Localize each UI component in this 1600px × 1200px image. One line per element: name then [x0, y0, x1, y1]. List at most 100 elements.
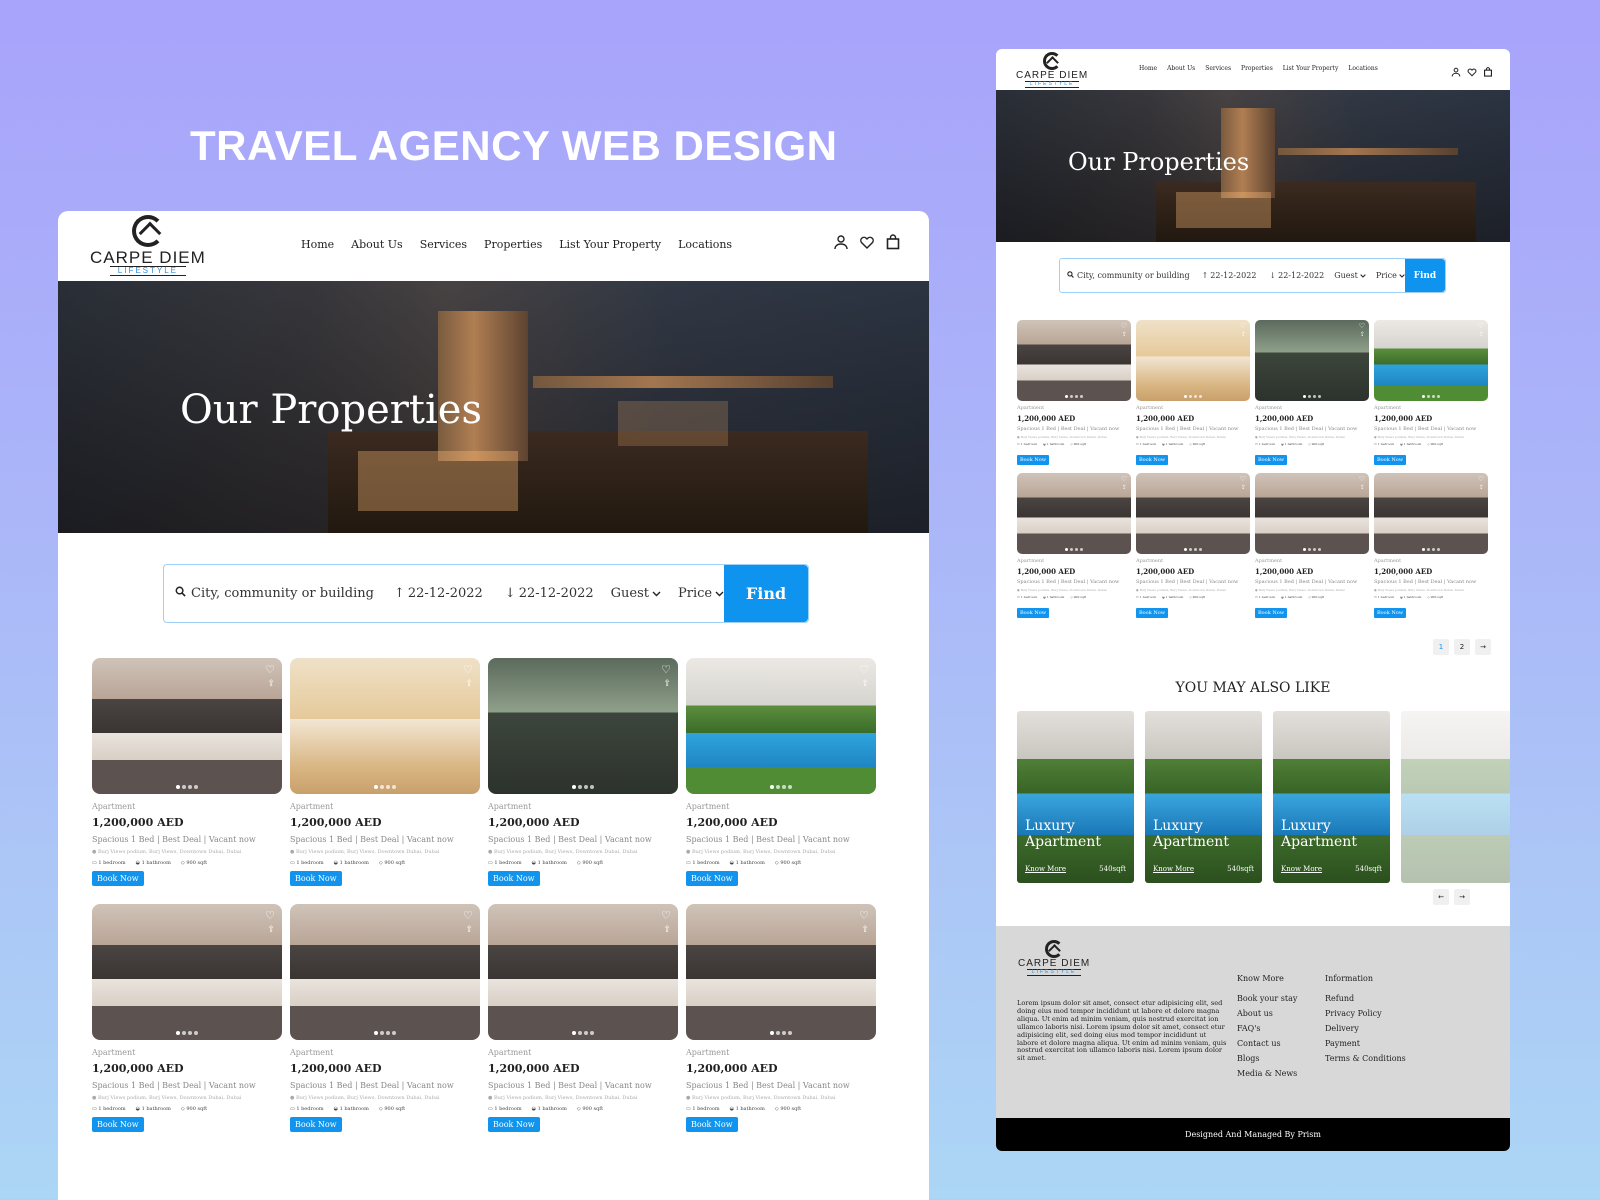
listing-card[interactable]: ♡ ⇪ Apartment 1,200,000 AED Spacious 1 Bed |… — [1255, 320, 1369, 465]
footer-link[interactable]: FAQ's — [1237, 1024, 1297, 1033]
heart-icon[interactable]: ♡ — [1478, 476, 1484, 483]
book-now-button[interactable]: Book Now — [92, 1117, 144, 1132]
listing-card[interactable]: ♡ ⇪ Apartment 1,200,000 AED Spacious 1 Bed |… — [1255, 473, 1369, 618]
listing-photo[interactable]: ♡ ⇪ — [290, 658, 480, 794]
book-now-button[interactable]: Book Now — [488, 871, 540, 886]
brand-logo[interactable]: CARPE DIEM LIFESTYLE — [90, 215, 206, 276]
heart-icon[interactable] — [859, 234, 875, 254]
share-icon[interactable]: ⇪ — [1241, 485, 1246, 491]
shopping-bag-icon[interactable] — [1483, 62, 1493, 81]
nav-about-us[interactable]: About Us — [351, 238, 403, 251]
listing-card[interactable]: ♡ ⇪ Apartment 1,200,000 AED Spacious 1 Bed |… — [92, 658, 282, 886]
share-icon[interactable]: ⇪ — [663, 926, 671, 935]
heart-icon[interactable] — [1467, 62, 1477, 81]
listing-photo[interactable]: ♡ ⇪ — [686, 904, 876, 1040]
nav-properties[interactable]: Properties — [1241, 65, 1273, 72]
book-now-button[interactable]: Book Now — [92, 871, 144, 886]
listing-photo[interactable]: ♡ ⇪ — [1255, 473, 1369, 554]
listing-card[interactable]: ♡ ⇪ Apartment 1,200,000 AED Spacious 1 Bed |… — [1017, 473, 1131, 618]
nav-services[interactable]: Services — [420, 238, 467, 251]
share-icon[interactable]: ⇪ — [861, 926, 869, 935]
footer-link[interactable]: Payment — [1325, 1039, 1406, 1048]
share-icon[interactable]: ⇪ — [267, 926, 275, 935]
know-more-link[interactable]: Know More — [1025, 865, 1066, 873]
heart-icon[interactable]: ♡ — [859, 910, 869, 921]
heart-icon[interactable]: ♡ — [1359, 323, 1365, 330]
location-search-field[interactable]: City, community or building — [1067, 271, 1190, 280]
heart-icon[interactable]: ♡ — [1240, 476, 1246, 483]
listing-photo[interactable]: ♡ ⇪ — [1374, 473, 1488, 554]
listing-photo[interactable]: ♡ ⇪ — [488, 904, 678, 1040]
book-now-button[interactable]: Book Now — [1136, 608, 1168, 618]
listing-photo[interactable]: ♡ ⇪ — [1017, 320, 1131, 401]
listing-card[interactable]: ♡ ⇪ Apartment 1,200,000 AED Spacious 1 Bed |… — [1136, 320, 1250, 465]
footer-link[interactable]: Delivery — [1325, 1024, 1406, 1033]
heart-icon[interactable]: ♡ — [661, 910, 671, 921]
shopping-bag-icon[interactable] — [885, 234, 901, 254]
know-more-link[interactable]: Know More — [1281, 865, 1322, 873]
share-icon[interactable]: ⇪ — [1360, 332, 1365, 338]
nav-services[interactable]: Services — [1205, 65, 1231, 72]
listing-card[interactable]: ♡ ⇪ Apartment 1,200,000 AED Spacious 1 Bed |… — [686, 658, 876, 886]
footer-link[interactable]: About us — [1237, 1009, 1297, 1018]
footer-link[interactable]: Privacy Policy — [1325, 1009, 1406, 1018]
footer-link[interactable]: Refund — [1325, 994, 1406, 1003]
heart-icon[interactable]: ♡ — [463, 664, 473, 675]
book-now-button[interactable]: Book Now — [488, 1117, 540, 1132]
share-icon[interactable]: ⇪ — [1360, 485, 1365, 491]
book-now-button[interactable]: Book Now — [1017, 455, 1049, 465]
footer-link[interactable]: Media & News — [1237, 1069, 1297, 1078]
share-icon[interactable]: ⇪ — [861, 680, 869, 689]
nav-list-your-property[interactable]: List Your Property — [559, 238, 661, 251]
share-icon[interactable]: ⇪ — [465, 680, 473, 689]
book-now-button[interactable]: Book Now — [290, 1117, 342, 1132]
heart-icon[interactable]: ♡ — [1121, 476, 1127, 483]
book-now-button[interactable]: Book Now — [1374, 455, 1406, 465]
listing-card[interactable]: ♡ ⇪ Apartment 1,200,000 AED Spacious 1 Bed |… — [1136, 473, 1250, 618]
carousel-next-button[interactable]: → — [1454, 889, 1470, 905]
book-now-button[interactable]: Book Now — [1017, 608, 1049, 618]
heart-icon[interactable]: ♡ — [859, 664, 869, 675]
heart-icon[interactable]: ♡ — [1240, 323, 1246, 330]
listing-card[interactable]: ♡ ⇪ Apartment 1,200,000 AED Spacious 1 Bed |… — [290, 658, 480, 886]
footer-link[interactable]: Terms & Conditions — [1325, 1054, 1406, 1063]
brand-logo[interactable]: CARPE DIEM LIFESTYLE — [1016, 52, 1088, 88]
heart-icon[interactable]: ♡ — [265, 664, 275, 675]
listing-photo[interactable]: ♡ ⇪ — [1255, 320, 1369, 401]
nav-list-your-property[interactable]: List Your Property — [1283, 65, 1339, 72]
price-select[interactable]: Price — [678, 586, 724, 601]
listing-photo[interactable]: ♡ ⇪ — [1374, 320, 1488, 401]
listing-card[interactable]: ♡ ⇪ Apartment 1,200,000 AED Spacious 1 Bed |… — [488, 904, 678, 1132]
listing-card[interactable]: ♡ ⇪ Apartment 1,200,000 AED Spacious 1 Bed |… — [1374, 473, 1488, 618]
listing-card[interactable]: ♡ ⇪ Apartment 1,200,000 AED Spacious 1 Bed |… — [686, 904, 876, 1132]
footer-link[interactable]: Blogs — [1237, 1054, 1297, 1063]
listing-photo[interactable]: ♡ ⇪ — [1017, 473, 1131, 554]
listing-photo[interactable]: ♡ ⇪ — [488, 658, 678, 794]
share-icon[interactable]: ⇪ — [1122, 332, 1127, 338]
find-button[interactable]: Find — [724, 565, 808, 622]
know-more-link[interactable]: Know More — [1153, 865, 1194, 873]
listing-photo[interactable]: ♡ ⇪ — [92, 904, 282, 1040]
heart-icon[interactable]: ♡ — [1121, 323, 1127, 330]
recommended-card[interactable]: Luxury Apartment Know More 540sqft — [1273, 711, 1390, 883]
nav-home[interactable]: Home — [1139, 65, 1157, 72]
user-icon[interactable] — [1451, 62, 1461, 81]
share-icon[interactable]: ⇪ — [1479, 485, 1484, 491]
footer-link[interactable]: Contact us — [1237, 1039, 1297, 1048]
listing-card[interactable]: ♡ ⇪ Apartment 1,200,000 AED Spacious 1 Bed |… — [1374, 320, 1488, 465]
book-now-button[interactable]: Book Now — [1255, 455, 1287, 465]
heart-icon[interactable]: ♡ — [1478, 323, 1484, 330]
checkout-field[interactable]: ↓ 22-12-2022 — [505, 586, 594, 601]
listing-card[interactable]: ♡ ⇪ Apartment 1,200,000 AED Spacious 1 Bed |… — [92, 904, 282, 1132]
book-now-button[interactable]: Book Now — [290, 871, 342, 886]
nav-locations[interactable]: Locations — [678, 238, 732, 251]
nav-properties[interactable]: Properties — [484, 238, 542, 251]
share-icon[interactable]: ⇪ — [663, 680, 671, 689]
share-icon[interactable]: ⇪ — [1122, 485, 1127, 491]
page-1-button[interactable]: 1 — [1433, 639, 1449, 655]
listing-photo[interactable]: ♡ ⇪ — [686, 658, 876, 794]
listing-photo[interactable]: ♡ ⇪ — [1136, 320, 1250, 401]
listing-card[interactable]: ♡ ⇪ Apartment 1,200,000 AED Spacious 1 Bed |… — [290, 904, 480, 1132]
checkin-field[interactable]: ↑ 22-12-2022 — [1202, 271, 1257, 280]
page-2-button[interactable]: 2 — [1454, 639, 1470, 655]
